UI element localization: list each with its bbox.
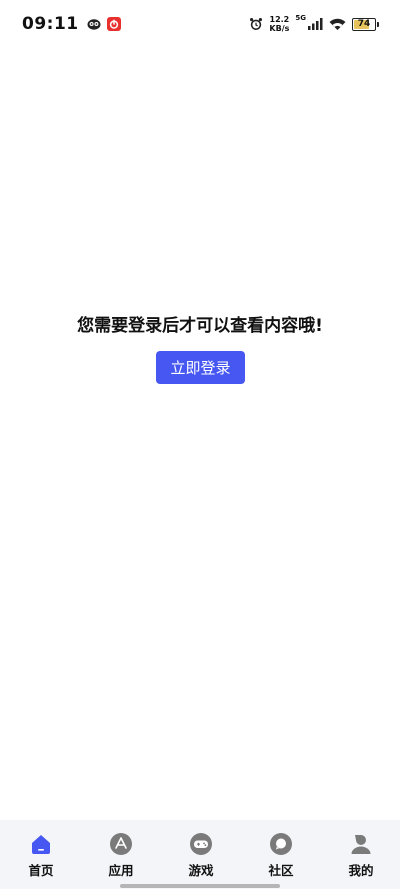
netease-music-icon: [106, 17, 121, 31]
tab-label-apps: 应用: [108, 863, 134, 878]
tab-games[interactable]: 游戏: [178, 820, 224, 889]
tab-community[interactable]: 社区: [258, 820, 304, 889]
battery-cap: [377, 21, 379, 27]
tab-label-games: 游戏: [188, 863, 214, 878]
login-button[interactable]: 立即登录: [156, 351, 245, 384]
tab-label-home: 首页: [28, 863, 54, 878]
tab-label-community: 社区: [268, 863, 294, 878]
tab-profile[interactable]: 我的: [338, 820, 384, 889]
status-right-icons: 12.2 KB/s 5G 74: [249, 14, 379, 33]
status-left-icons: [87, 17, 121, 31]
bottom-tab-bar: 首页 应用 游戏 社区 我的: [0, 820, 400, 889]
tab-apps[interactable]: 应用: [98, 820, 144, 889]
chat-icon: [270, 833, 292, 855]
status-bar: 09:11 12.2 KB/s 5G 74: [0, 0, 400, 48]
wifi-icon: [329, 18, 346, 30]
home-indicator[interactable]: [120, 884, 280, 888]
signal-icon: [308, 18, 323, 30]
gamepad-icon: [190, 833, 212, 855]
app-notification-icon: [87, 19, 101, 30]
network-speed-unit: KB/s: [269, 24, 290, 33]
alarm-icon: [250, 18, 263, 30]
battery-level: 74: [357, 19, 371, 29]
battery-indicator: 74: [352, 17, 379, 31]
home-icon: [30, 833, 52, 855]
tab-home[interactable]: 首页: [18, 820, 64, 889]
network-type: 5G: [295, 14, 306, 22]
login-required-message: 您需要登录后才可以查看内容哦!: [77, 316, 323, 336]
apps-icon: [110, 833, 132, 855]
status-time: 09:11: [22, 14, 79, 34]
network-speed-value: 12.2: [269, 15, 290, 24]
tab-label-profile: 我的: [348, 863, 374, 878]
profile-icon: [350, 833, 372, 855]
network-speed: 12.2 KB/s: [269, 15, 289, 33]
